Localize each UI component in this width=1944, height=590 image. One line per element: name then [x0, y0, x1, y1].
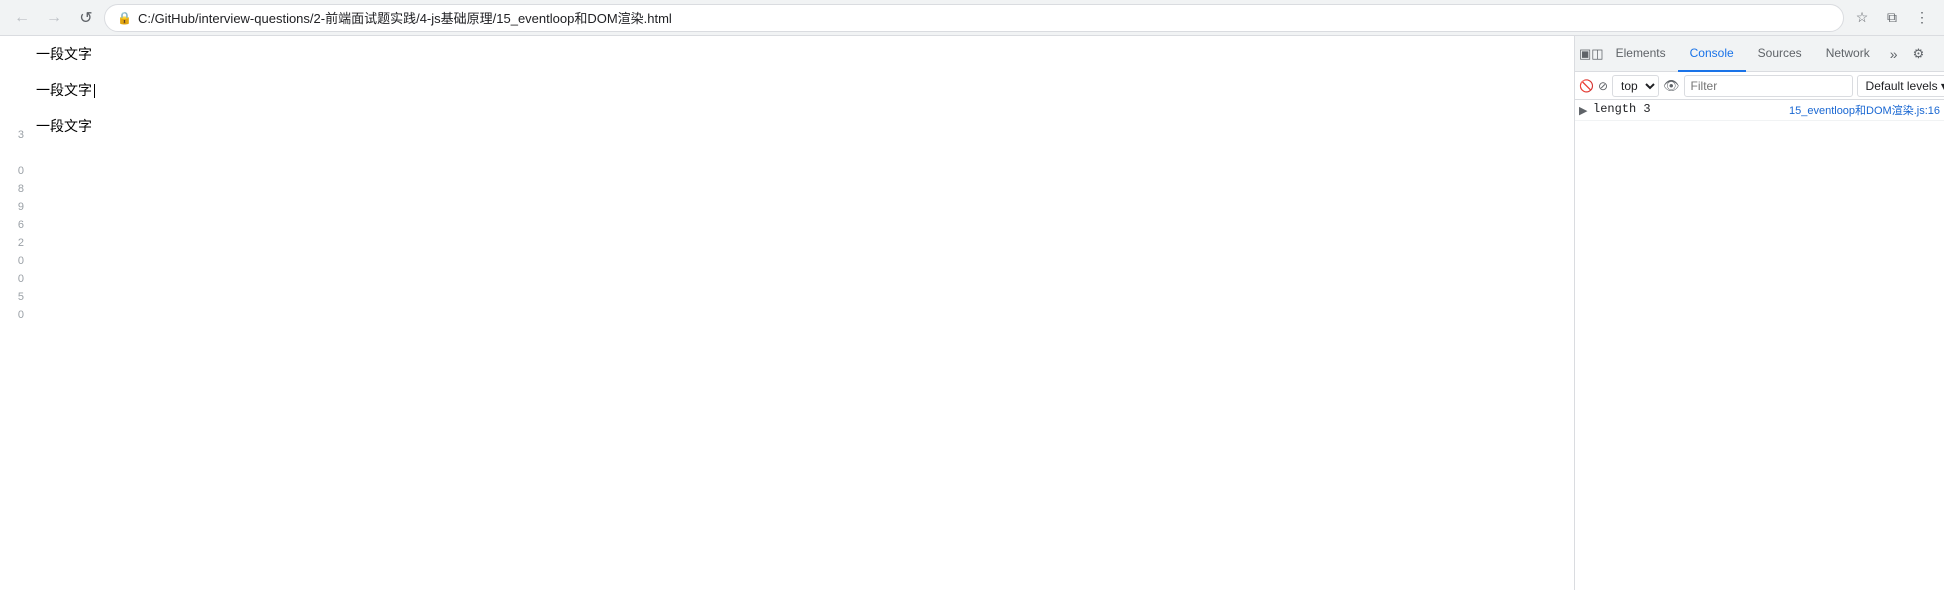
line-num — [0, 72, 24, 90]
menu-icon: ⋮ — [1915, 9, 1929, 26]
console-source-link[interactable]: 15_eventloop和DOM渲染.js:16 — [1789, 102, 1940, 118]
line-num: 5 — [0, 288, 24, 306]
console-expand-arrow[interactable]: ▶ — [1579, 102, 1593, 117]
devtools-tab-icons: ⚙ ⋮ ✕ — [1906, 41, 1944, 67]
menu-button[interactable]: ⋮ — [1908, 4, 1936, 32]
browser-window: ← → ↺ 🔒 C:/GitHub/interview-questions/2-… — [0, 0, 1944, 590]
line-num: 0 — [0, 306, 24, 324]
address-bar[interactable]: 🔒 C:/GitHub/interview-questions/2-前端面试题实… — [104, 4, 1844, 32]
tab-network-label: Network — [1826, 46, 1870, 60]
tab-sources[interactable]: Sources — [1746, 36, 1814, 72]
console-output: ▶ length 3 15_eventloop和DOM渲染.js:16 — [1575, 100, 1944, 590]
more-icon: ⋮ — [1940, 46, 1944, 62]
console-toolbar: 🚫 ⊘ top 👁 Default levels ▾ No — [1575, 72, 1944, 100]
console-eye-button[interactable]: 👁 — [1663, 75, 1680, 97]
text-cursor — [94, 84, 95, 98]
line-num: 6 — [0, 216, 24, 234]
line-num: 0 — [0, 270, 24, 288]
console-levels-select[interactable]: Default levels ▾ — [1857, 75, 1944, 97]
dock-toggle-icon: ◫ — [1591, 46, 1603, 62]
more-tabs-icon: » — [1890, 46, 1898, 62]
reload-icon: ↺ — [79, 8, 92, 28]
devtools-dock-side-btn[interactable]: ▣ — [1579, 41, 1591, 67]
tab-sources-label: Sources — [1758, 46, 1802, 60]
line-num: 0 — [0, 162, 24, 180]
back-icon: ← — [14, 9, 30, 27]
tab-elements-label: Elements — [1616, 46, 1666, 60]
line-num: 9 — [0, 198, 24, 216]
filter-icon: ⊘ — [1598, 79, 1608, 93]
line-num — [0, 108, 24, 126]
line-num: 8 — [0, 180, 24, 198]
back-button[interactable]: ← — [8, 4, 36, 32]
line-num — [0, 54, 24, 72]
tab-console[interactable]: Console — [1678, 36, 1746, 72]
clear-icon: 🚫 — [1579, 79, 1594, 93]
forward-button[interactable]: → — [40, 4, 68, 32]
line-numbers: 3 0 8 9 6 2 0 0 5 0 — [0, 36, 28, 590]
console-row: ▶ length 3 15_eventloop和DOM渲染.js:16 — [1575, 100, 1944, 121]
line-num: 3 — [0, 126, 24, 144]
page-content: 一段文字 一段文字 一段文字 — [28, 36, 1574, 590]
main-area: 3 0 8 9 6 2 0 0 5 0 一段文字 一段文字 一段文字 — [0, 36, 1944, 590]
more-tabs-button[interactable]: » — [1882, 46, 1906, 62]
extensions-button[interactable]: ⧉ — [1878, 4, 1906, 32]
bookmark-button[interactable]: ☆ — [1848, 4, 1876, 32]
devtools-settings-button[interactable]: ⚙ — [1906, 41, 1932, 67]
reload-button[interactable]: ↺ — [72, 4, 100, 32]
bookmark-icon: ☆ — [1856, 9, 1869, 26]
line-num — [0, 144, 24, 162]
devtools-dock-toggle-btn[interactable]: ◫ — [1591, 41, 1603, 67]
settings-icon: ⚙ — [1913, 46, 1925, 62]
browser-toolbar: ← → ↺ 🔒 C:/GitHub/interview-questions/2-… — [0, 0, 1944, 36]
url-text: C:/GitHub/interview-questions/2-前端面试题实践/… — [138, 8, 1831, 27]
line-num: 0 — [0, 252, 24, 270]
page-text-1: 一段文字 — [36, 36, 1566, 72]
lock-icon: 🔒 — [117, 11, 132, 25]
extensions-icon: ⧉ — [1887, 9, 1897, 26]
devtools-more-button[interactable]: ⋮ — [1934, 41, 1944, 67]
console-message: length 3 — [1593, 102, 1785, 116]
page-text-3: 一段文字 — [36, 108, 1566, 144]
console-filter-button[interactable]: ⊘ — [1598, 75, 1608, 97]
console-clear-button[interactable]: 🚫 — [1579, 75, 1594, 97]
line-num — [0, 36, 24, 54]
tab-elements[interactable]: Elements — [1604, 36, 1678, 72]
devtools-tabs: ▣ ◫ Elements Console Sources Network — [1575, 36, 1944, 72]
dock-side-icon: ▣ — [1579, 46, 1591, 62]
page-text-2: 一段文字 — [36, 72, 1566, 108]
line-num — [0, 90, 24, 108]
devtools-panel: ▣ ◫ Elements Console Sources Network — [1574, 36, 1944, 590]
toolbar-right: ☆ ⧉ ⋮ — [1848, 4, 1936, 32]
console-context-select[interactable]: top — [1612, 75, 1659, 97]
line-num: 2 — [0, 234, 24, 252]
page-wrapper: 3 0 8 9 6 2 0 0 5 0 一段文字 一段文字 一段文字 — [0, 36, 1574, 590]
tab-console-label: Console — [1690, 46, 1734, 60]
console-filter-input[interactable] — [1684, 75, 1853, 97]
tab-network[interactable]: Network — [1814, 36, 1882, 72]
forward-icon: → — [46, 9, 62, 27]
eye-icon: 👁 — [1663, 78, 1680, 94]
